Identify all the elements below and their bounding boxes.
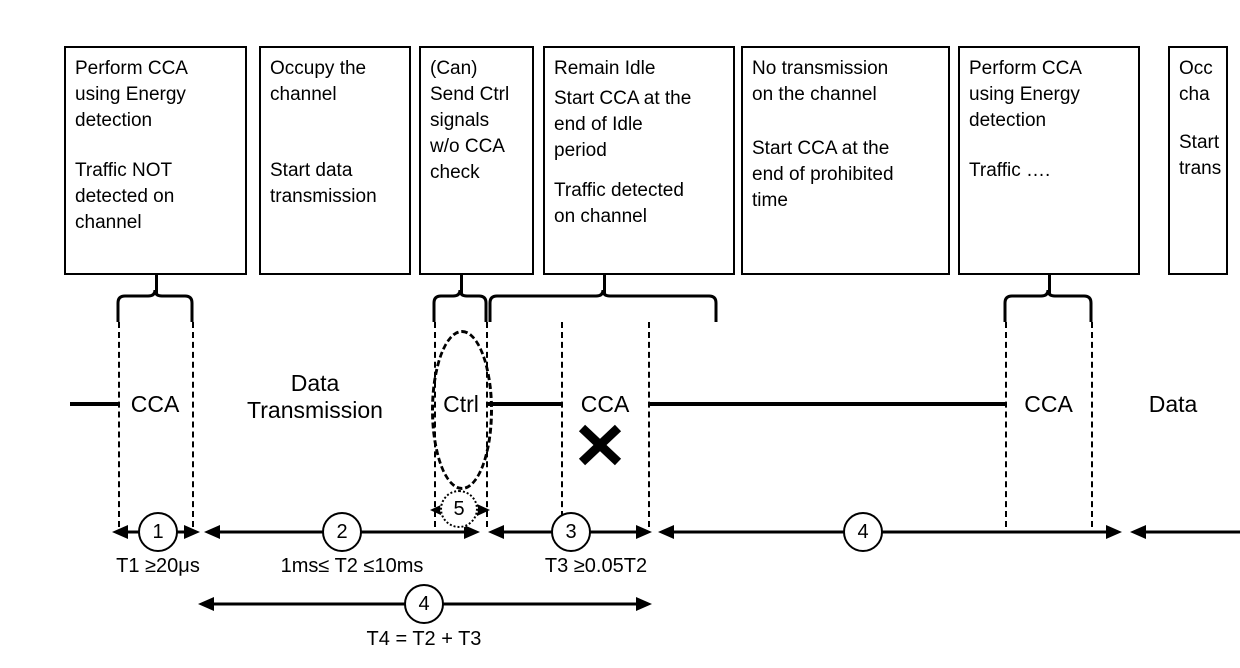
step-marker-label: 3 bbox=[565, 521, 577, 543]
box-connector-line bbox=[603, 275, 606, 295]
timeline-label-ctrl: Ctrl bbox=[443, 391, 479, 417]
step-marker-4-bottom: 4 bbox=[404, 584, 444, 624]
step-marker-4-top: 4 bbox=[843, 512, 883, 552]
description-box-occupy-channel: Occupy the channel Start data transmissi… bbox=[259, 46, 411, 275]
description-box-send-ctrl: (Can) Send Ctrl signals w/o CCA check bbox=[419, 46, 534, 275]
step-marker-label: 4 bbox=[857, 521, 869, 543]
timing-label-t4: T4 = T2 + T3 bbox=[366, 628, 482, 650]
box-text-paragraph: Remain Idle bbox=[554, 58, 656, 79]
timeline-label-cca-1: CCA bbox=[130, 391, 180, 417]
step-marker-label: 2 bbox=[336, 521, 348, 543]
box-text-paragraph: Traffic detected on channel bbox=[554, 180, 684, 227]
box-connector-line bbox=[155, 275, 158, 295]
step-marker-label: 4 bbox=[418, 593, 430, 615]
description-box-occupy-partial: Occ cha Start trans bbox=[1168, 46, 1228, 275]
step-marker-1: 1 bbox=[138, 512, 178, 552]
timeline-label-data-2: Data bbox=[1148, 391, 1198, 417]
boundary-dashed-line bbox=[192, 322, 194, 527]
box-text-paragraph: Start CCA at the end of Idle period bbox=[554, 88, 692, 161]
description-box-remain-idle: Remain Idle Start CCA at the end of Idle… bbox=[543, 46, 735, 275]
diagram-canvas: Perform CCA using Energy detection Traff… bbox=[0, 0, 1240, 668]
timing-label-t2: 1ms≤ T2 ≤10ms bbox=[280, 555, 424, 577]
box-text-paragraph: (Can) Send Ctrl signals w/o CCA check bbox=[430, 58, 510, 183]
boundary-dashed-line bbox=[648, 322, 650, 527]
description-box-perform-cca-2: Perform CCA using Energy detection Traff… bbox=[958, 46, 1140, 275]
timing-label-t1: T1 ≥20μs bbox=[116, 555, 200, 577]
box-connector-line bbox=[1048, 275, 1051, 295]
timeline-label-data-transmission: Data Transmission bbox=[247, 370, 383, 423]
description-box-no-transmission: No transmission on the channel Start CCA… bbox=[741, 46, 950, 275]
description-box-perform-cca-1: Perform CCA using Energy detection Traff… bbox=[64, 46, 247, 275]
box-text-paragraph: Start data transmission bbox=[270, 160, 377, 207]
step-marker-label: 1 bbox=[152, 521, 164, 543]
step-marker-label: 5 bbox=[453, 498, 465, 520]
boundary-dashed-line bbox=[118, 322, 120, 527]
box-connector-line bbox=[460, 275, 463, 295]
step-marker-3: 3 bbox=[551, 512, 591, 552]
boundary-dashed-line bbox=[1005, 322, 1007, 527]
box-text-paragraph: Traffic …. bbox=[969, 160, 1051, 181]
timing-label-t3: T3 ≥0.05T2 bbox=[544, 555, 648, 577]
box-text-paragraph: Occupy the channel bbox=[270, 58, 367, 105]
box-text-paragraph: Start CCA at the end of prohibited time bbox=[752, 138, 894, 211]
step-marker-5: 5 bbox=[440, 490, 478, 528]
boundary-dashed-line bbox=[561, 322, 563, 527]
box-text-paragraph: Traffic NOT detected on channel bbox=[75, 160, 175, 233]
box-text-paragraph: Perform CCA using Energy detection bbox=[969, 58, 1082, 131]
box-text-paragraph: Start trans bbox=[1179, 132, 1222, 179]
box-text-paragraph: Occ cha bbox=[1179, 58, 1213, 105]
step-marker-2: 2 bbox=[322, 512, 362, 552]
timeline-label-cca-2: CCA bbox=[1024, 391, 1073, 417]
timeline-label-cca-failed: CCA bbox=[580, 391, 630, 417]
box-text-paragraph: Perform CCA using Energy detection bbox=[75, 58, 188, 131]
box-text-paragraph: No transmission on the channel bbox=[752, 58, 889, 105]
boundary-dashed-line bbox=[1091, 322, 1093, 527]
